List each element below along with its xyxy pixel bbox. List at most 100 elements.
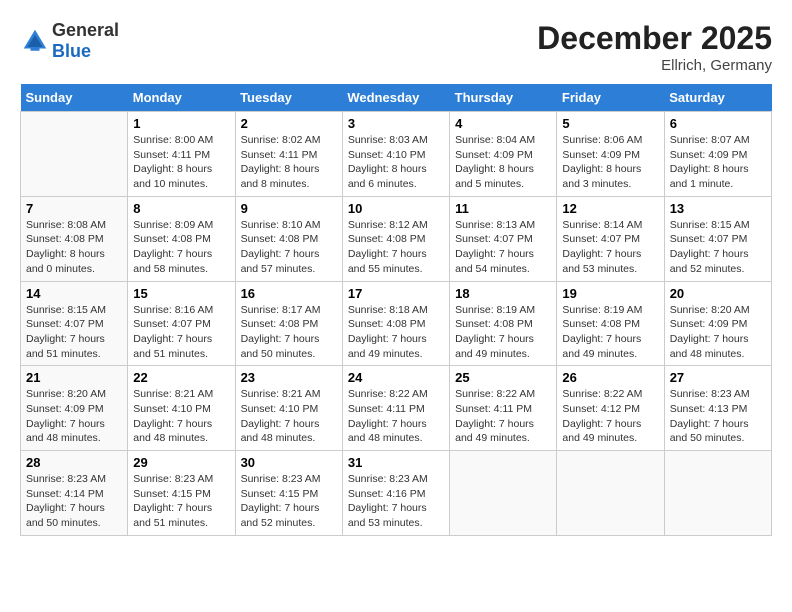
day-number: 25 [455,370,551,385]
day-info: Sunrise: 8:21 AM Sunset: 4:10 PM Dayligh… [241,387,337,446]
day-number: 30 [241,455,337,470]
day-number: 27 [670,370,766,385]
calendar-cell: 27 Sunrise: 8:23 AM Sunset: 4:13 PM Dayli… [664,366,771,451]
day-info: Sunrise: 8:17 AM Sunset: 4:08 PM Dayligh… [241,303,337,362]
calendar-day-header: Thursday [450,84,557,112]
day-number: 24 [348,370,444,385]
calendar-cell: 21 Sunrise: 8:20 AM Sunset: 4:09 PM Dayli… [21,366,128,451]
day-number: 21 [26,370,122,385]
calendar-cell: 8 Sunrise: 8:09 AM Sunset: 4:08 PM Daylig… [128,196,235,281]
day-number: 5 [562,116,658,131]
calendar-day-header: Wednesday [342,84,449,112]
calendar-cell: 3 Sunrise: 8:03 AM Sunset: 4:10 PM Daylig… [342,112,449,197]
calendar-cell: 1Sunrise: 8:00 AM Sunset: 4:11 PM Daylig… [128,112,235,197]
day-number: 17 [348,286,444,301]
day-number: 4 [455,116,551,131]
day-info: Sunrise: 8:06 AM Sunset: 4:09 PM Dayligh… [562,133,658,192]
calendar-cell: 5 Sunrise: 8:06 AM Sunset: 4:09 PM Daylig… [557,112,664,197]
day-info: Sunrise: 8:14 AM Sunset: 4:07 PM Dayligh… [562,218,658,277]
calendar-week-row: 14 Sunrise: 8:15 AM Sunset: 4:07 PM Dayli… [21,281,772,366]
calendar-cell: 28 Sunrise: 8:23 AM Sunset: 4:14 PM Dayli… [21,451,128,536]
calendar-body: 1Sunrise: 8:00 AM Sunset: 4:11 PM Daylig… [21,112,772,536]
calendar-cell: 26 Sunrise: 8:22 AM Sunset: 4:12 PM Dayli… [557,366,664,451]
day-info: Sunrise: 8:10 AM Sunset: 4:08 PM Dayligh… [241,218,337,277]
day-info: Sunrise: 8:22 AM Sunset: 4:11 PM Dayligh… [348,387,444,446]
day-number: 3 [348,116,444,131]
day-info: Sunrise: 8:18 AM Sunset: 4:08 PM Dayligh… [348,303,444,362]
day-info: Sunrise: 8:19 AM Sunset: 4:08 PM Dayligh… [455,303,551,362]
day-number: 18 [455,286,551,301]
calendar-week-row: 21 Sunrise: 8:20 AM Sunset: 4:09 PM Dayli… [21,366,772,451]
calendar-cell: 6Sunrise: 8:07 AM Sunset: 4:09 PM Daylig… [664,112,771,197]
day-number: 22 [133,370,229,385]
calendar-week-row: 28 Sunrise: 8:23 AM Sunset: 4:14 PM Dayli… [21,451,772,536]
day-info: Sunrise: 8:08 AM Sunset: 4:08 PM Dayligh… [26,218,122,277]
logo-blue-text: Blue [52,41,91,61]
calendar-cell: 19 Sunrise: 8:19 AM Sunset: 4:08 PM Dayli… [557,281,664,366]
day-number: 14 [26,286,122,301]
calendar-cell [450,451,557,536]
day-info: Sunrise: 8:13 AM Sunset: 4:07 PM Dayligh… [455,218,551,277]
calendar-cell: 11 Sunrise: 8:13 AM Sunset: 4:07 PM Dayli… [450,196,557,281]
day-info: Sunrise: 8:21 AM Sunset: 4:10 PM Dayligh… [133,387,229,446]
calendar-cell: 7 Sunrise: 8:08 AM Sunset: 4:08 PM Daylig… [21,196,128,281]
day-number: 15 [133,286,229,301]
calendar-cell: 23Sunrise: 8:21 AM Sunset: 4:10 PM Dayli… [235,366,342,451]
logo-general-text: General [52,20,119,40]
calendar-day-header: Saturday [664,84,771,112]
day-info: Sunrise: 8:15 AM Sunset: 4:07 PM Dayligh… [26,303,122,362]
page-header: General Blue December 2025 Ellrich, Germ… [20,20,772,74]
day-info: Sunrise: 8:22 AM Sunset: 4:12 PM Dayligh… [562,387,658,446]
day-number: 9 [241,201,337,216]
calendar-cell: 22 Sunrise: 8:21 AM Sunset: 4:10 PM Dayli… [128,366,235,451]
logo: General Blue [20,20,119,62]
calendar-cell: 13Sunrise: 8:15 AM Sunset: 4:07 PM Dayli… [664,196,771,281]
calendar-week-row: 7 Sunrise: 8:08 AM Sunset: 4:08 PM Daylig… [21,196,772,281]
calendar-cell [664,451,771,536]
day-info: Sunrise: 8:23 AM Sunset: 4:13 PM Dayligh… [670,387,766,446]
day-info: Sunrise: 8:22 AM Sunset: 4:11 PM Dayligh… [455,387,551,446]
day-info: Sunrise: 8:03 AM Sunset: 4:10 PM Dayligh… [348,133,444,192]
day-number: 29 [133,455,229,470]
day-info: Sunrise: 8:23 AM Sunset: 4:15 PM Dayligh… [241,472,337,531]
day-info: Sunrise: 8:20 AM Sunset: 4:09 PM Dayligh… [26,387,122,446]
month-title: December 2025 [537,20,772,57]
calendar-cell: 18 Sunrise: 8:19 AM Sunset: 4:08 PM Dayli… [450,281,557,366]
day-info: Sunrise: 8:02 AM Sunset: 4:11 PM Dayligh… [241,133,337,192]
calendar-cell: 12 Sunrise: 8:14 AM Sunset: 4:07 PM Dayli… [557,196,664,281]
day-number: 20 [670,286,766,301]
day-number: 16 [241,286,337,301]
day-info: Sunrise: 8:23 AM Sunset: 4:14 PM Dayligh… [26,472,122,531]
calendar-cell: 16 Sunrise: 8:17 AM Sunset: 4:08 PM Dayli… [235,281,342,366]
day-info: Sunrise: 8:20 AM Sunset: 4:09 PM Dayligh… [670,303,766,362]
calendar-cell: 31Sunrise: 8:23 AM Sunset: 4:16 PM Dayli… [342,451,449,536]
day-number: 28 [26,455,122,470]
calendar-cell: 9 Sunrise: 8:10 AM Sunset: 4:08 PM Daylig… [235,196,342,281]
day-number: 12 [562,201,658,216]
day-info: Sunrise: 8:09 AM Sunset: 4:08 PM Dayligh… [133,218,229,277]
day-number: 19 [562,286,658,301]
calendar-cell: 4 Sunrise: 8:04 AM Sunset: 4:09 PM Daylig… [450,112,557,197]
day-info: Sunrise: 8:19 AM Sunset: 4:08 PM Dayligh… [562,303,658,362]
calendar-cell: 29 Sunrise: 8:23 AM Sunset: 4:15 PM Dayli… [128,451,235,536]
day-number: 8 [133,201,229,216]
day-number: 11 [455,201,551,216]
calendar-cell: 10Sunrise: 8:12 AM Sunset: 4:08 PM Dayli… [342,196,449,281]
calendar-cell: 2 Sunrise: 8:02 AM Sunset: 4:11 PM Daylig… [235,112,342,197]
day-info: Sunrise: 8:15 AM Sunset: 4:07 PM Dayligh… [670,218,766,277]
day-number: 2 [241,116,337,131]
day-info: Sunrise: 8:23 AM Sunset: 4:15 PM Dayligh… [133,472,229,531]
calendar-day-header: Tuesday [235,84,342,112]
day-info: Sunrise: 8:04 AM Sunset: 4:09 PM Dayligh… [455,133,551,192]
calendar-header-row: SundayMondayTuesdayWednesdayThursdayFrid… [21,84,772,112]
day-number: 10 [348,201,444,216]
location: Ellrich, Germany [537,57,772,74]
calendar-cell [557,451,664,536]
calendar-cell: 24 Sunrise: 8:22 AM Sunset: 4:11 PM Dayli… [342,366,449,451]
calendar-cell: 20 Sunrise: 8:20 AM Sunset: 4:09 PM Dayli… [664,281,771,366]
day-number: 7 [26,201,122,216]
calendar-table: SundayMondayTuesdayWednesdayThursdayFrid… [20,84,772,536]
calendar-cell: 25 Sunrise: 8:22 AM Sunset: 4:11 PM Dayli… [450,366,557,451]
day-number: 26 [562,370,658,385]
calendar-week-row: 1Sunrise: 8:00 AM Sunset: 4:11 PM Daylig… [21,112,772,197]
